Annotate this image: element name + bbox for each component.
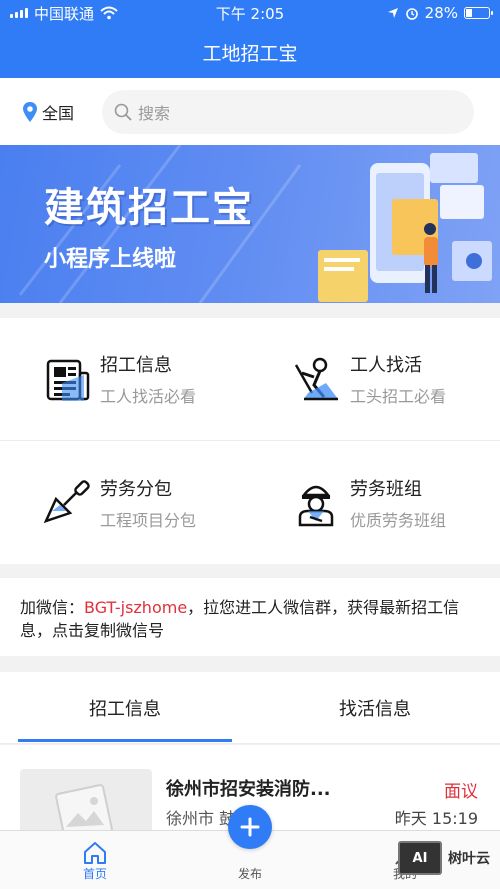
carrier-label: 中国联通 bbox=[34, 4, 95, 23]
wechat-prefix: 加微信： bbox=[20, 598, 85, 617]
image-placeholder-icon bbox=[55, 784, 113, 830]
trowel-icon bbox=[43, 480, 90, 524]
category-recruit-info[interactable]: 招工信息 工人找活必看 bbox=[0, 318, 250, 440]
search-input[interactable]: 搜索 bbox=[102, 90, 475, 134]
signal-icon bbox=[10, 8, 28, 18]
list-tabs: 招工信息 找活信息 bbox=[0, 672, 500, 744]
category-grid: 招工信息 工人找活必看 工人找活 工头招工必看 劳务分包 工程项目分包 劳务班组… bbox=[0, 318, 500, 564]
watermark-logo: AI bbox=[398, 841, 442, 875]
promo-banner[interactable]: 建筑招工宝 小程序上线啦 bbox=[0, 145, 500, 303]
category-subtitle: 工头招工必看 bbox=[350, 387, 447, 406]
banner-subtitle: 小程序上线啦 bbox=[44, 247, 177, 272]
tab-job-seeking-info[interactable]: 找活信息 bbox=[268, 672, 482, 744]
plus-icon bbox=[240, 817, 260, 837]
watermark: AI 树叶云 bbox=[398, 838, 490, 878]
category-title: 劳务分包 bbox=[100, 479, 172, 500]
location-selector[interactable]: 全国 bbox=[22, 100, 74, 124]
category-labor-subcontract[interactable]: 劳务分包 工程项目分包 bbox=[0, 442, 250, 564]
battery-icon bbox=[464, 7, 493, 19]
status-bar: 中国联通 下午 2:05 28% bbox=[0, 0, 500, 26]
alarm-icon bbox=[405, 8, 418, 20]
tab-home[interactable]: 首页 bbox=[35, 831, 155, 889]
publish-button[interactable] bbox=[228, 805, 272, 849]
listing-salary: 面议 bbox=[444, 782, 478, 802]
worker-digging-icon bbox=[294, 357, 338, 401]
listing-thumbnail bbox=[20, 769, 152, 830]
nav-bar: 工地招工宝 bbox=[0, 26, 500, 78]
page-title: 工地招工宝 bbox=[202, 42, 298, 65]
location-pin-icon bbox=[23, 102, 37, 122]
category-worker-find-job[interactable]: 工人找活 工头招工必看 bbox=[250, 318, 500, 440]
location-arrow-icon bbox=[387, 8, 398, 18]
category-title: 招工信息 bbox=[100, 355, 172, 376]
search-icon bbox=[114, 103, 132, 121]
search-placeholder: 搜索 bbox=[138, 104, 171, 123]
wechat-notice[interactable]: 加微信：BGT-jszhome，拉您进工人微信群，获得最新招工信息，点击复制微信… bbox=[0, 578, 500, 656]
tab-label: 找活信息 bbox=[339, 699, 411, 720]
wechat-id[interactable]: BGT-jszhome bbox=[84, 598, 187, 617]
category-title: 工人找活 bbox=[350, 355, 422, 376]
category-subtitle: 工程项目分包 bbox=[100, 511, 197, 530]
worker-helmet-icon bbox=[298, 485, 334, 527]
newspaper-icon bbox=[46, 359, 90, 401]
home-icon bbox=[84, 842, 106, 864]
battery-percent: 28% bbox=[424, 4, 458, 22]
location-label: 全国 bbox=[42, 104, 75, 123]
category-title: 劳务班组 bbox=[350, 479, 422, 500]
listing-title: 徐州市招安装消防... bbox=[166, 779, 331, 800]
search-row: 全国 搜索 bbox=[0, 78, 500, 146]
grid-divider bbox=[0, 440, 500, 441]
tab-home-label: 首页 bbox=[82, 867, 107, 881]
category-subtitle: 优质劳务班组 bbox=[350, 511, 447, 530]
listing-time: 昨天 15:19 bbox=[394, 809, 478, 828]
tab-label: 招工信息 bbox=[89, 699, 161, 720]
wifi-icon bbox=[100, 6, 118, 20]
tab-recruit-info[interactable]: 招工信息 bbox=[18, 672, 232, 744]
category-subtitle: 工人找活必看 bbox=[100, 387, 197, 406]
category-labor-team[interactable]: 劳务班组 优质劳务班组 bbox=[250, 442, 500, 564]
banner-title: 建筑招工宝 bbox=[44, 185, 254, 231]
watermark-text: 树叶云 bbox=[448, 851, 490, 867]
active-tab-indicator bbox=[18, 739, 232, 742]
tab-publish-label: 发布 bbox=[237, 867, 262, 881]
